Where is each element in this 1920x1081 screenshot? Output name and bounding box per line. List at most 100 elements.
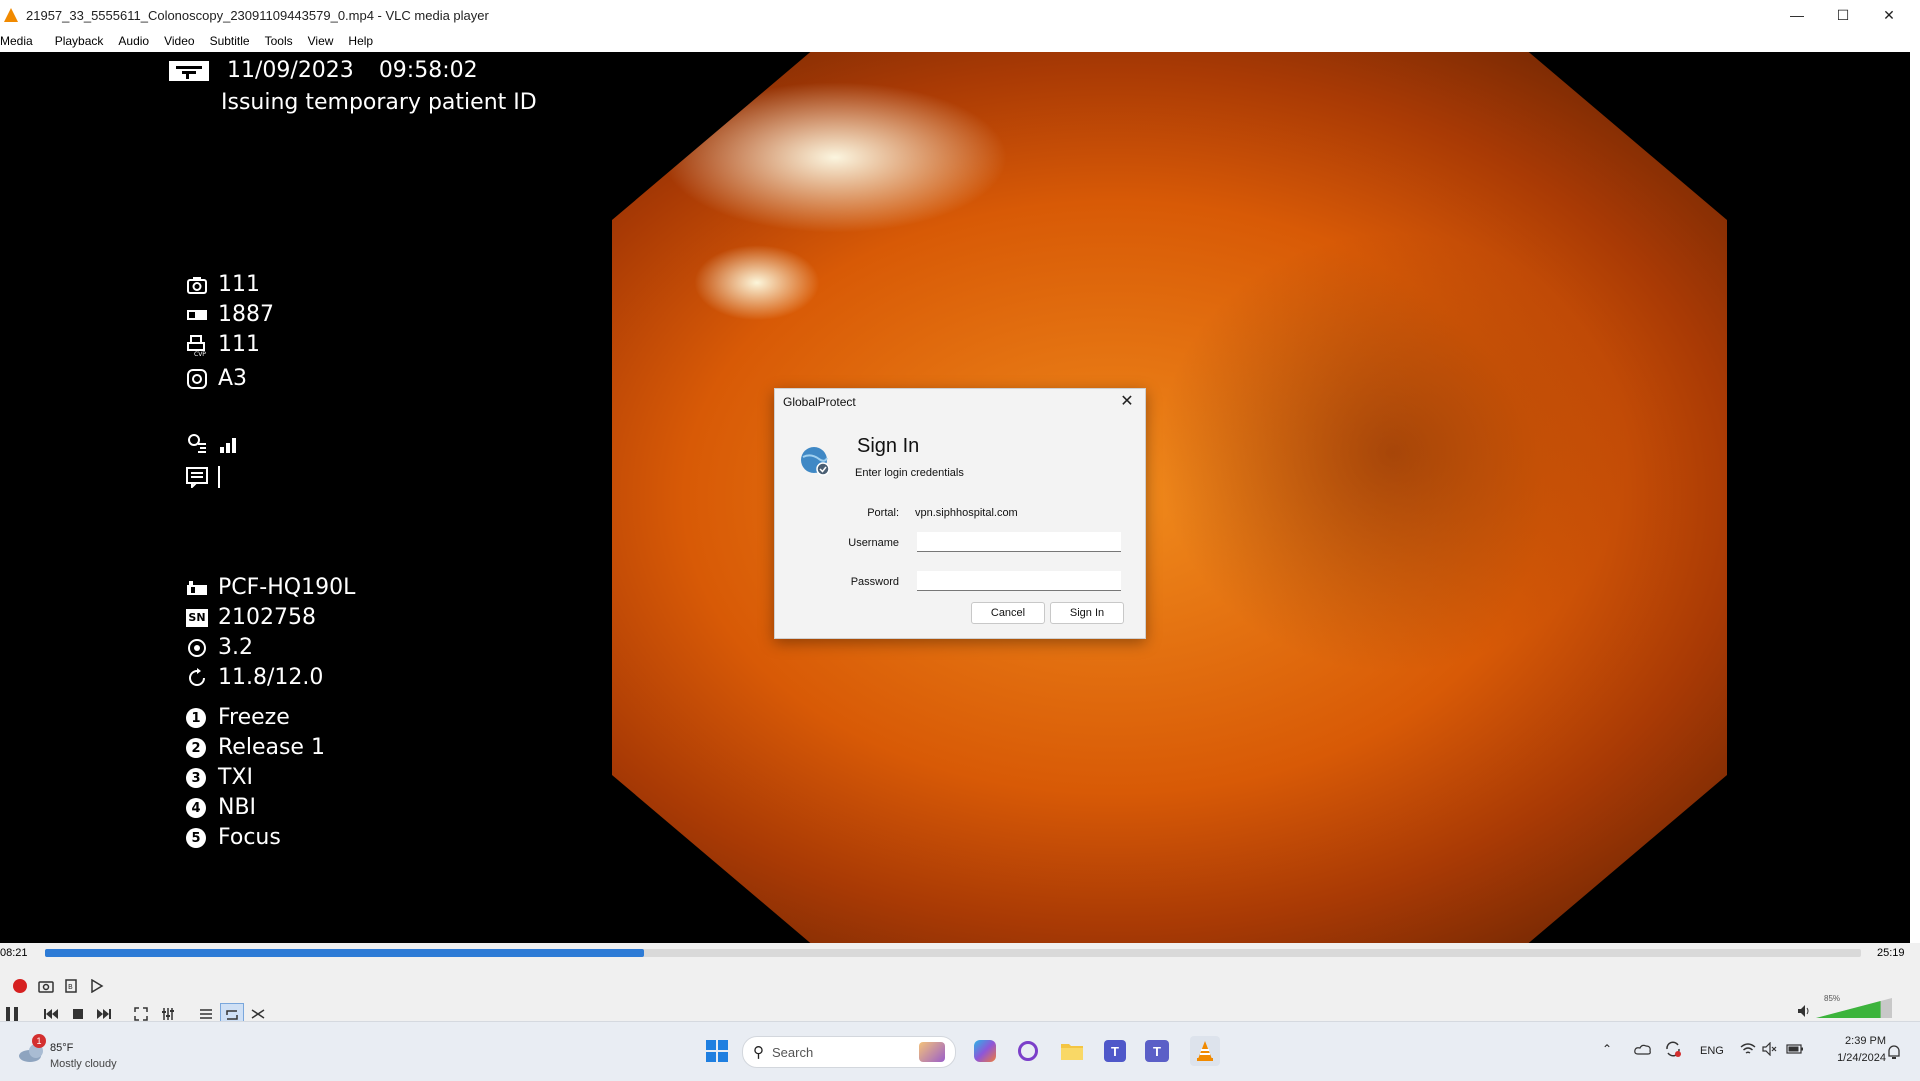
weather-widget[interactable]: 1 bbox=[16, 1034, 48, 1066]
volume-percent: 85% bbox=[1824, 994, 1841, 1003]
total-time: 25:19 bbox=[1877, 947, 1905, 959]
dialog-subheading: Enter login credentials bbox=[855, 467, 964, 479]
osd-value1: 3.2 bbox=[186, 635, 253, 660]
maximize-icon[interactable]: ☐ bbox=[1820, 0, 1866, 30]
number-badge: 2 bbox=[186, 738, 206, 758]
windows-start-icon[interactable] bbox=[702, 1036, 732, 1066]
snapshot-icon[interactable] bbox=[35, 975, 57, 997]
password-label: Password bbox=[850, 576, 899, 588]
password-field[interactable] bbox=[917, 571, 1121, 591]
button-label: Freeze bbox=[218, 705, 290, 730]
clock-date[interactable]: 1/24/2024 bbox=[1820, 1052, 1886, 1064]
minimize-icon[interactable]: — bbox=[1774, 0, 1820, 30]
button-label: NBI bbox=[218, 795, 257, 820]
elapsed-time: 08:21 bbox=[0, 947, 28, 959]
signal-bars-icon bbox=[218, 432, 240, 454]
camera-icon bbox=[186, 274, 208, 296]
wifi-icon[interactable] bbox=[1740, 1042, 1756, 1056]
vlc-icon bbox=[4, 8, 18, 22]
svg-text:CVP: CVP bbox=[194, 351, 206, 356]
enhancement-icon bbox=[186, 368, 208, 390]
windows-taskbar: 1 85°F Mostly cloudy ⚲ Search T T ⌃ ENG … bbox=[0, 1021, 1920, 1081]
menu-help[interactable]: Help bbox=[348, 34, 380, 48]
onedrive-icon[interactable] bbox=[1634, 1042, 1652, 1056]
weather-desc: Mostly cloudy bbox=[50, 1058, 117, 1070]
window-right-edge bbox=[1910, 52, 1920, 943]
osd-counter2: 1887 bbox=[186, 302, 274, 327]
loop-ab-icon[interactable]: B bbox=[60, 975, 82, 997]
sync-icon[interactable] bbox=[1664, 1040, 1682, 1058]
cycle-icon bbox=[186, 667, 208, 689]
text-cursor bbox=[218, 466, 220, 488]
number-badge: 3 bbox=[186, 768, 206, 788]
vlc-taskbar-icon[interactable] bbox=[1190, 1036, 1220, 1066]
tray-overflow-icon[interactable]: ⌃ bbox=[1602, 1042, 1612, 1056]
search-placeholder: Search bbox=[772, 1044, 814, 1060]
osd-signal bbox=[186, 430, 250, 455]
language-indicator[interactable]: ENG bbox=[1700, 1045, 1724, 1057]
teams-icon[interactable]: T bbox=[1100, 1036, 1130, 1066]
window-titlebar: 21957_33_5555611_Colonoscopy_23091109443… bbox=[0, 0, 1920, 30]
close-icon[interactable]: ✕ bbox=[1866, 0, 1912, 30]
username-field[interactable] bbox=[917, 532, 1121, 552]
seek-bar[interactable] bbox=[45, 949, 1861, 957]
scope-icon bbox=[186, 577, 208, 599]
menu-audio[interactable]: Audio bbox=[118, 34, 156, 48]
mode-value: A3 bbox=[218, 366, 248, 391]
search-highlight-icon bbox=[919, 1042, 945, 1062]
teams-work-icon[interactable]: T bbox=[1142, 1036, 1172, 1066]
volume-slider[interactable]: 85% bbox=[1816, 994, 1892, 1018]
notification-icon[interactable] bbox=[1886, 1044, 1902, 1060]
osd-button-1: 1 Freeze bbox=[186, 705, 290, 730]
counter1-value: 111 bbox=[218, 272, 260, 297]
number-badge: 1 bbox=[186, 708, 206, 728]
menu-video[interactable]: Video bbox=[164, 34, 201, 48]
sign-in-button[interactable]: Sign In bbox=[1050, 602, 1124, 624]
copilot-icon[interactable] bbox=[970, 1036, 1000, 1066]
counter2-value: 1887 bbox=[218, 302, 274, 327]
globe-icon bbox=[799, 445, 831, 477]
volume-muted-icon[interactable] bbox=[1762, 1041, 1778, 1057]
cancel-button[interactable]: Cancel bbox=[971, 602, 1045, 624]
osd-serial: SN 2102758 bbox=[186, 605, 316, 630]
button-label: TXI bbox=[218, 765, 253, 790]
app-circle-icon[interactable] bbox=[1013, 1036, 1043, 1066]
weather-badge: 1 bbox=[32, 1034, 46, 1048]
osd-scope-model: PCF-HQ190L bbox=[186, 575, 355, 600]
speaker-icon[interactable] bbox=[1796, 1003, 1812, 1019]
serial-value: 2102758 bbox=[218, 605, 316, 630]
menu-bar: Media Playback Audio Video Subtitle Tool… bbox=[0, 30, 1920, 52]
osd-time: 09:58:02 bbox=[378, 58, 478, 83]
battery-icon[interactable] bbox=[1786, 1042, 1804, 1056]
menu-playback[interactable]: Playback bbox=[55, 34, 111, 48]
file-explorer-icon[interactable] bbox=[1057, 1036, 1087, 1066]
username-label: Username bbox=[848, 537, 899, 549]
seek-progress bbox=[45, 949, 645, 957]
search-icon: ⚲ bbox=[753, 1044, 764, 1061]
menu-view[interactable]: View bbox=[308, 34, 341, 48]
value1-text: 3.2 bbox=[218, 635, 253, 660]
menu-media[interactable]: Media bbox=[0, 34, 40, 48]
osd-button-4: 4 NBI bbox=[186, 795, 256, 820]
dialog-close-icon[interactable]: ✕ bbox=[1117, 391, 1137, 411]
menu-subtitle[interactable]: Subtitle bbox=[210, 34, 257, 48]
osd-button-5: 5 Focus bbox=[186, 825, 281, 850]
osd-patient-status: Issuing temporary patient ID bbox=[221, 90, 537, 115]
record-button[interactable] bbox=[9, 975, 31, 997]
number-badge: 4 bbox=[186, 798, 206, 818]
color-tone-icon bbox=[186, 432, 208, 454]
button-label: Release 1 bbox=[218, 735, 325, 760]
number-badge: 5 bbox=[186, 828, 206, 848]
osd-button-2: 2 Release 1 bbox=[186, 735, 325, 760]
serial-number-icon: SN bbox=[186, 609, 208, 627]
menu-tools[interactable]: Tools bbox=[265, 34, 300, 48]
portal-value: vpn.siphhospital.com bbox=[915, 507, 1018, 519]
clock-time[interactable]: 2:39 PM bbox=[1830, 1035, 1886, 1047]
counter3-value: 111 bbox=[218, 332, 260, 357]
frame-step-icon[interactable] bbox=[86, 975, 108, 997]
card-icon bbox=[186, 304, 208, 326]
taskbar-search[interactable]: ⚲ Search bbox=[742, 1036, 956, 1068]
osd-value2: 11.8/12.0 bbox=[186, 665, 323, 690]
osd-mode: A3 bbox=[186, 366, 247, 391]
printer-icon: CVP bbox=[186, 334, 208, 358]
